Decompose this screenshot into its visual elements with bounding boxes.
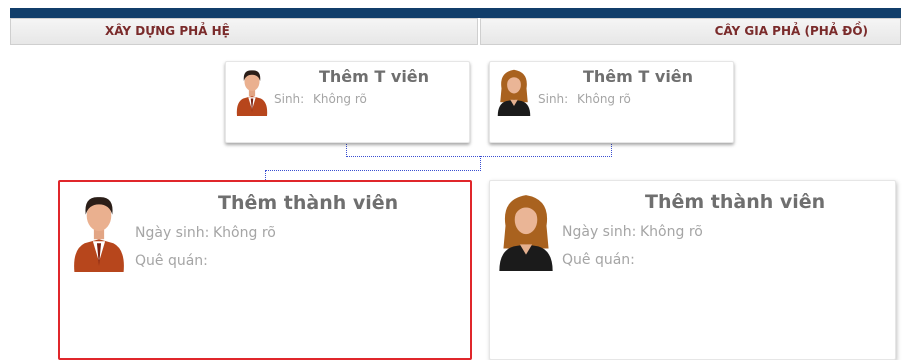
member-male-hometown-label: Quê quán: <box>135 253 208 269</box>
connector-children-horizontal <box>265 170 481 171</box>
female-avatar-icon <box>495 189 557 271</box>
member-card-female[interactable]: Thêm thành viên Ngày sinh: Không rõ Quê … <box>489 180 896 360</box>
connector-mother-down <box>611 142 612 157</box>
member-female-birth-label: Ngày sinh: <box>562 224 637 240</box>
mother-card[interactable]: Thêm T viên Sinh: Không rõ <box>489 61 734 143</box>
member-male-birth-label: Ngày sinh: <box>135 225 210 241</box>
father-card[interactable]: Thêm T viên Sinh: Không rõ <box>225 61 470 143</box>
tab-build-family-tree[interactable]: XÂY DỰNG PHẢ HỆ <box>10 18 478 45</box>
tab-family-tree-chart[interactable]: CÂY GIA PHẢ (PHẢ ĐỒ) <box>480 18 901 45</box>
male-avatar-icon <box>233 66 271 116</box>
member-male-birth-value: Không rõ <box>213 225 276 241</box>
connector-father-down <box>346 142 347 157</box>
member-female-name: Thêm thành viên <box>645 191 826 213</box>
top-bar <box>10 8 901 18</box>
member-card-male[interactable]: Thêm thành viên Ngày sinh: Không rõ Quê … <box>58 180 472 360</box>
member-female-birth-value: Không rõ <box>640 224 703 240</box>
female-avatar-icon <box>495 66 533 116</box>
father-name: Thêm T viên <box>319 67 430 86</box>
father-birth-value: Không rõ <box>313 92 367 106</box>
father-birth-label: Sinh: <box>274 92 305 106</box>
mother-birth-value: Không rõ <box>577 92 631 106</box>
mother-birth-label: Sinh: <box>538 92 569 106</box>
member-male-name: Thêm thành viên <box>218 192 399 214</box>
connector-parents-horizontal <box>346 156 612 157</box>
mother-name: Thêm T viên <box>583 67 694 86</box>
male-avatar-icon <box>68 190 130 272</box>
connector-child-down <box>265 170 266 180</box>
member-female-hometown-label: Quê quán: <box>562 252 635 268</box>
connector-center-down <box>480 156 481 171</box>
